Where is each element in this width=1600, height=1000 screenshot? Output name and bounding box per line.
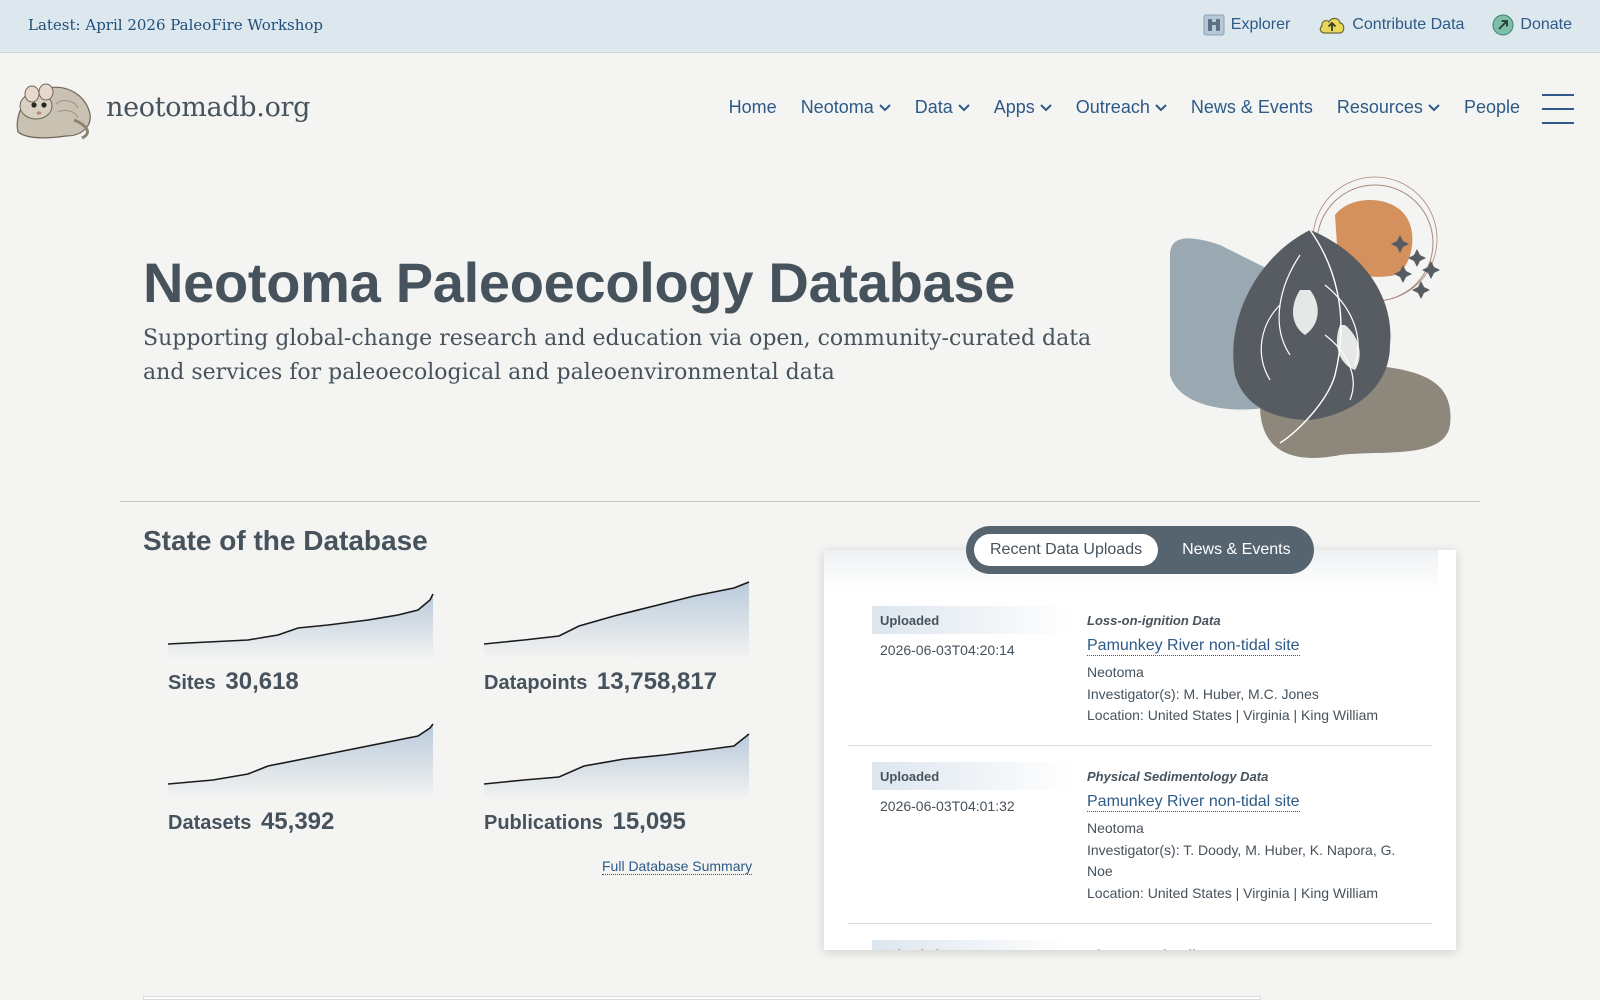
full-database-summary-link[interactable]: Full Database Summary — [602, 858, 753, 875]
nav-home[interactable]: Home — [729, 97, 777, 118]
upload-item: Uploaded 2026-06-03T04:01:32 Physical Se… — [848, 762, 1432, 924]
nav-outreach[interactable]: Outreach — [1076, 97, 1167, 118]
hamburger-menu-icon[interactable] — [1542, 94, 1574, 124]
publications-sparkline — [484, 733, 750, 800]
contribute-data-link[interactable]: Contribute Data — [1318, 14, 1464, 36]
upload-item: Uploaded 2026-06-03T04:20:14 Loss-on-ign… — [848, 606, 1432, 746]
uploaded-badge: Uploaded — [872, 762, 1072, 790]
nav-people-label: People — [1463, 97, 1520, 117]
tab-news-events[interactable]: News & Events — [1166, 534, 1306, 566]
sites-label: Sites — [168, 672, 216, 694]
upload-info: Plant Macrofossil Data — [1087, 940, 1417, 950]
next-section-edge — [143, 996, 1261, 1000]
sites-sparkline — [168, 593, 434, 660]
upload-info: Physical Sedimentology Data Pamunkey Riv… — [1087, 762, 1417, 904]
upload-timestamp: 2026-06-03T04:20:14 — [880, 642, 1015, 658]
leaf-illustration-icon — [1170, 176, 1451, 458]
site-brand-name: neotomadb.org — [106, 91, 311, 123]
database-name: Neotoma — [1087, 664, 1144, 680]
utility-links: Explorer Contribute Data Donate — [1203, 14, 1572, 36]
main-navigation: Home Neotoma Data Apps Outreach News & E… — [729, 97, 1520, 118]
uploaded-badge: Uploaded — [872, 606, 1072, 634]
datasets-count: 45,392 — [260, 808, 335, 835]
datasets-label: Datasets — [168, 812, 252, 834]
explorer-link[interactable]: Explorer — [1203, 14, 1291, 36]
site-link[interactable]: Pamunkey River non-tidal site — [1087, 637, 1300, 656]
nav-neotoma-label: Neotoma — [800, 97, 874, 117]
investigators: Investigator(s): M. Huber, M.C. Jones — [1087, 685, 1319, 702]
nav-neotoma[interactable]: Neotoma — [801, 97, 891, 118]
page-subtitle: Supporting global-change research and ed… — [143, 326, 1092, 385]
chevron-down-icon — [1155, 103, 1167, 111]
nav-apps[interactable]: Apps — [994, 97, 1052, 118]
upload-info: Loss-on-ignition Data Pamunkey River non… — [1087, 606, 1417, 727]
announcement-bar: Latest: April 2026 PaleoFire Workshop Ex… — [0, 0, 1600, 53]
cloud-upload-icon — [1320, 17, 1345, 34]
section-divider — [120, 501, 1480, 502]
site-logo[interactable]: neotomadb.org — [12, 74, 310, 140]
nav-data[interactable]: Data — [915, 97, 970, 118]
stat-datasets: Datasets 45,392 — [168, 720, 438, 836]
binoculars-icon — [1203, 14, 1225, 36]
latest-announcement-link[interactable]: Latest: April 2026 PaleoFire Workshop — [28, 16, 323, 34]
publications-count: 15,095 — [612, 808, 686, 835]
investigators: Investigator(s): T. Doody, M. Huber, K. … — [1087, 841, 1396, 880]
database-name: Neotoma — [1087, 820, 1144, 836]
chevron-down-icon — [1428, 103, 1440, 111]
nav-outreach-label: Outreach — [1075, 97, 1150, 117]
nav-news-events-label: News & Events — [1190, 97, 1313, 117]
woodrat-logo-icon — [16, 83, 91, 140]
stat-datapoints: Datapoints 13,758,817 — [484, 578, 754, 696]
location: Location: United States | Virginia | Kin… — [1087, 707, 1379, 723]
explorer-label: Explorer — [1230, 16, 1291, 33]
page-title: Neotoma Paleoecology Database — [143, 251, 1016, 314]
nav-apps-label: Apps — [993, 97, 1035, 117]
stat-sites: Sites 30,618 — [168, 590, 438, 696]
chevron-down-icon — [958, 103, 970, 111]
contribute-data-label: Contribute Data — [1352, 16, 1465, 33]
datasets-sparkline — [168, 723, 434, 800]
donate-arrow-icon — [1492, 14, 1514, 36]
tab-recent-data-uploads[interactable]: Recent Data Uploads — [974, 534, 1159, 566]
datapoints-label: Datapoints — [484, 672, 588, 694]
dataset-type: Plant Macrofossil Data — [1087, 947, 1417, 950]
recent-uploads-panel: Uploaded 2026-06-03T04:20:14 Loss-on-ign… — [824, 550, 1456, 950]
nav-resources[interactable]: Resources — [1337, 97, 1440, 118]
nav-people[interactable]: People — [1464, 97, 1520, 118]
panel-tabs: Recent Data Uploads News & Events — [966, 526, 1314, 574]
location: Location: United States | Virginia | Kin… — [1087, 884, 1379, 901]
dataset-type: Loss-on-ignition Data — [1087, 613, 1221, 628]
state-section-title: State of the Database — [143, 525, 428, 556]
publications-label: Publications — [484, 812, 603, 834]
upload-item-partial: Uploaded Plant Macrofossil Data — [848, 940, 1432, 950]
site-link[interactable]: Pamunkey River non-tidal site — [1087, 793, 1300, 812]
upload-timestamp: 2026-06-03T04:01:32 — [880, 798, 1015, 814]
donate-link[interactable]: Donate — [1492, 14, 1572, 36]
chevron-down-icon — [1040, 103, 1052, 111]
donate-label: Donate — [1520, 16, 1572, 33]
nav-home-label: Home — [728, 97, 777, 117]
nav-data-label: Data — [914, 97, 953, 117]
datapoints-sparkline — [484, 581, 750, 660]
nav-news-events[interactable]: News & Events — [1191, 97, 1313, 118]
datapoints-count: 13,758,817 — [596, 668, 718, 695]
nav-resources-label: Resources — [1336, 97, 1423, 117]
dataset-type: Physical Sedimentology Data — [1087, 769, 1269, 784]
uploaded-badge: Uploaded — [872, 940, 1072, 950]
sites-count: 30,618 — [225, 668, 299, 695]
stat-publications: Publications 15,095 — [484, 732, 754, 836]
chevron-down-icon — [879, 103, 891, 111]
